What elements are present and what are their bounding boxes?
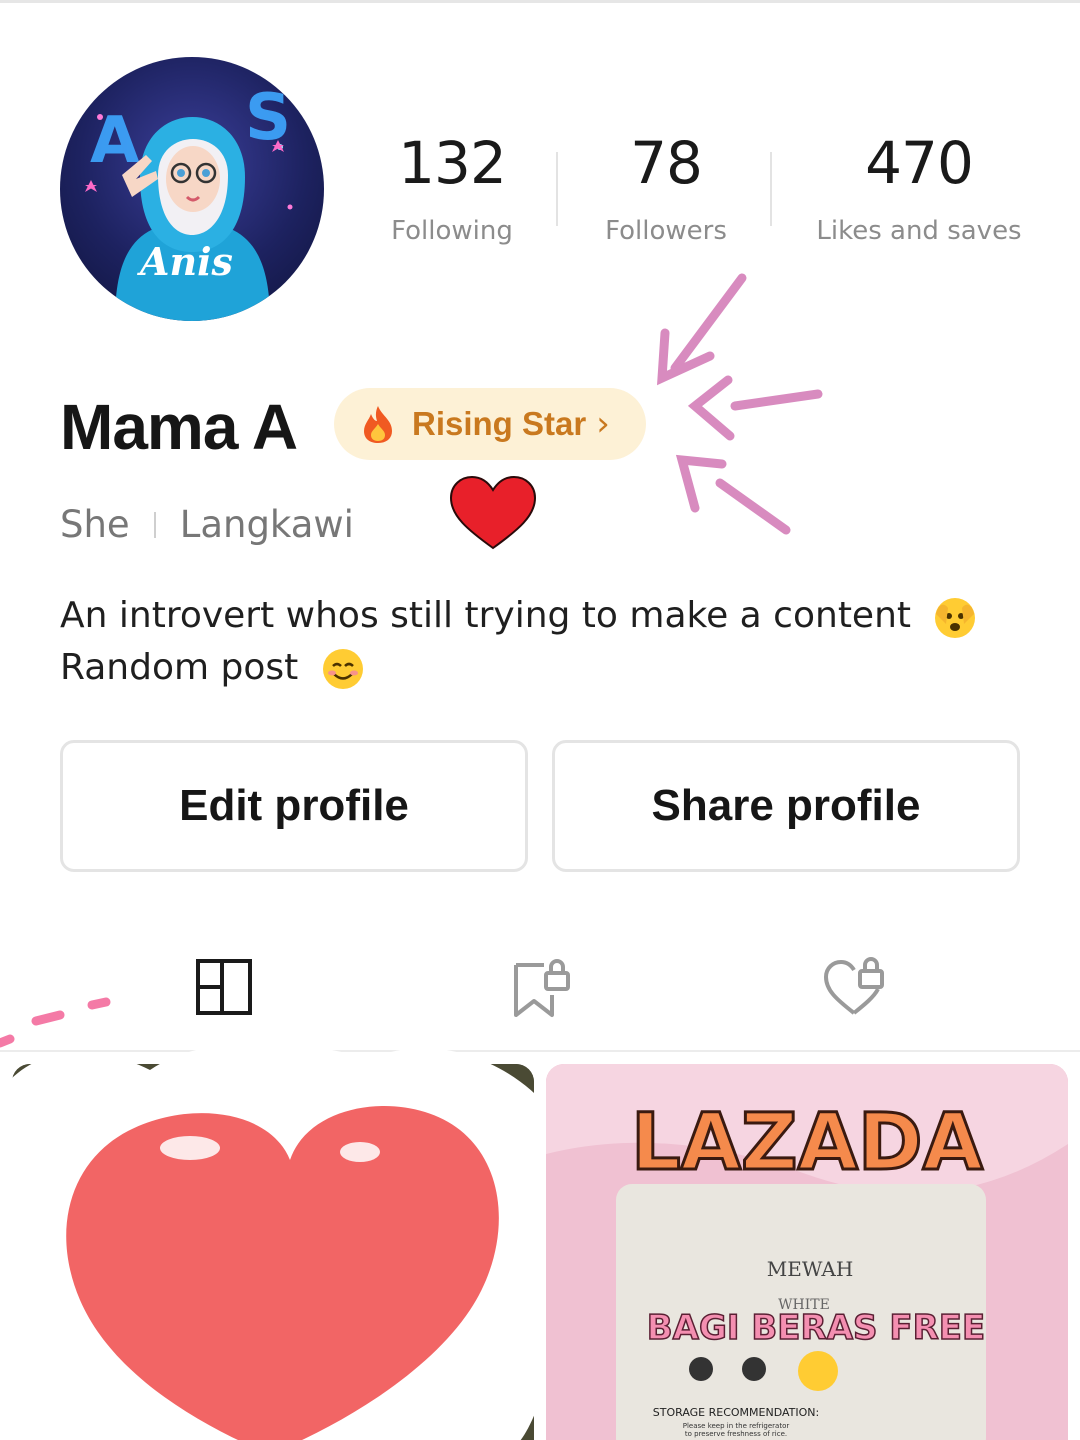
likes-count: 470 [865, 129, 974, 197]
free-rice-caption: BAGI BERAS FREE [647, 1308, 985, 1348]
likes-label: Likes and saves [816, 216, 1022, 246]
pronoun-label: She [60, 503, 130, 546]
location-label: Langkawi [179, 503, 354, 546]
avatar[interactable]: A S Anis [60, 57, 324, 321]
likes-stat[interactable]: 470 Likes and saves [806, 128, 1032, 246]
meta-separator [153, 511, 156, 538]
pink-dashes-icon [0, 997, 111, 1048]
stat-separator [556, 152, 558, 226]
tab-saved[interactable] [508, 955, 572, 1019]
followers-stat[interactable]: 78 Followers [588, 128, 744, 246]
rising-star-badge[interactable]: Rising Star › [334, 388, 646, 460]
edit-profile-button[interactable]: Edit profile [60, 740, 528, 872]
white-cloud-sticker-icon [0, 1042, 578, 1440]
profile-meta: She Langkawi [60, 503, 354, 546]
lazada-title: LAZADA [631, 1098, 983, 1188]
storage-title: STORAGE RECOMMENDATION: [653, 1406, 819, 1419]
annotation-arrows-icon [657, 273, 823, 535]
following-label: Following [391, 216, 513, 246]
grid-layout-icon [196, 959, 252, 1015]
fire-icon [364, 406, 392, 443]
post-thumbnail[interactable]: LAZADA MEWAH WHITE BAGI BERAS FREE STORA… [546, 1064, 1068, 1440]
heart-sticker-icon [449, 475, 537, 550]
followers-count: 78 [630, 129, 703, 197]
badge-label: Rising Star [412, 405, 587, 442]
tab-liked[interactable] [822, 955, 886, 1019]
chevron-right-icon: › [596, 404, 610, 444]
following-stat[interactable]: 132 Following [372, 128, 532, 246]
locked-bookmark-icon [514, 959, 570, 1017]
top-divider [0, 0, 1080, 3]
svg-text:S: S [245, 81, 291, 155]
tab-posts[interactable] [192, 955, 256, 1019]
avatar-name-text: Anis [137, 239, 233, 284]
profile-bio: An introvert whos still trying to make a… [60, 590, 978, 694]
stat-separator [770, 152, 772, 226]
bio-line-1: An introvert whos still trying to make a… [60, 595, 912, 636]
share-profile-button[interactable]: Share profile [552, 740, 1020, 872]
brand-label: MEWAH [767, 1257, 854, 1281]
face-peeking-icon [935, 598, 976, 638]
storage-line-2: to preserve freshness of rice. [685, 1430, 787, 1438]
lazada-rice-post-image: LAZADA MEWAH WHITE BAGI BERAS FREE STORA… [546, 1064, 1068, 1440]
following-count: 132 [398, 129, 507, 197]
storage-line-1: Please keep in the refrigerator [683, 1422, 790, 1430]
followers-label: Followers [605, 216, 727, 246]
profile-name: Mama A [60, 391, 298, 463]
smiling-face-icon [322, 649, 363, 689]
bio-line-2: Random post [60, 647, 299, 688]
locked-heart-icon [823, 957, 884, 1015]
